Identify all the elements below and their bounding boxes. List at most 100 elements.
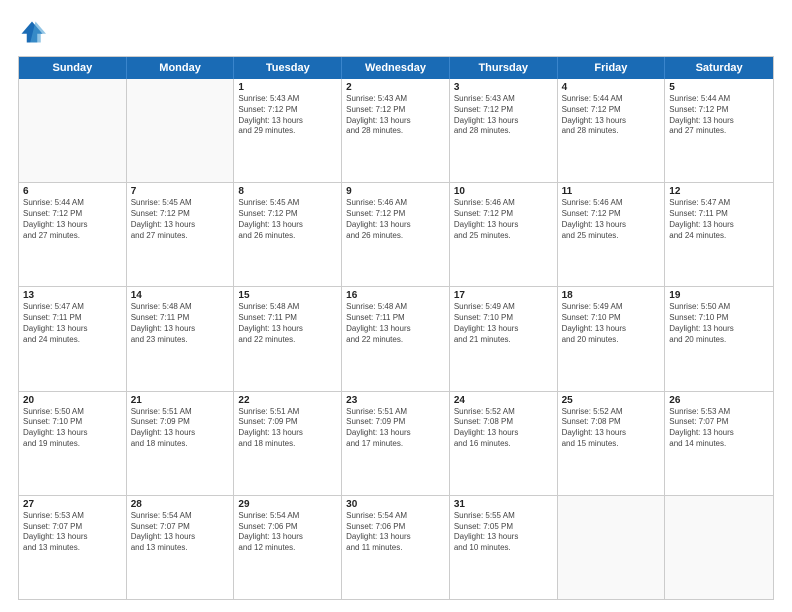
day-number: 16 — [346, 290, 445, 301]
calendar-row: 27Sunrise: 5:53 AM Sunset: 7:07 PM Dayli… — [19, 495, 773, 599]
calendar-cell: 21Sunrise: 5:51 AM Sunset: 7:09 PM Dayli… — [127, 392, 235, 495]
page: SundayMondayTuesdayWednesdayThursdayFrid… — [0, 0, 792, 612]
day-info: Sunrise: 5:48 AM Sunset: 7:11 PM Dayligh… — [238, 302, 337, 345]
day-number: 6 — [23, 186, 122, 197]
calendar-cell: 28Sunrise: 5:54 AM Sunset: 7:07 PM Dayli… — [127, 496, 235, 599]
day-info: Sunrise: 5:44 AM Sunset: 7:12 PM Dayligh… — [669, 94, 769, 137]
calendar-cell: 7Sunrise: 5:45 AM Sunset: 7:12 PM Daylig… — [127, 183, 235, 286]
weekday-header: Sunday — [19, 57, 127, 79]
day-info: Sunrise: 5:53 AM Sunset: 7:07 PM Dayligh… — [23, 511, 122, 554]
calendar-cell: 6Sunrise: 5:44 AM Sunset: 7:12 PM Daylig… — [19, 183, 127, 286]
day-info: Sunrise: 5:53 AM Sunset: 7:07 PM Dayligh… — [669, 407, 769, 450]
day-info: Sunrise: 5:49 AM Sunset: 7:10 PM Dayligh… — [562, 302, 661, 345]
calendar: SundayMondayTuesdayWednesdayThursdayFrid… — [18, 56, 774, 600]
calendar-row: 13Sunrise: 5:47 AM Sunset: 7:11 PM Dayli… — [19, 286, 773, 390]
weekday-header: Friday — [558, 57, 666, 79]
calendar-cell: 24Sunrise: 5:52 AM Sunset: 7:08 PM Dayli… — [450, 392, 558, 495]
day-info: Sunrise: 5:55 AM Sunset: 7:05 PM Dayligh… — [454, 511, 553, 554]
weekday-header: Wednesday — [342, 57, 450, 79]
day-number: 24 — [454, 395, 553, 406]
calendar-row: 1Sunrise: 5:43 AM Sunset: 7:12 PM Daylig… — [19, 79, 773, 182]
day-number: 21 — [131, 395, 230, 406]
day-number: 31 — [454, 499, 553, 510]
calendar-body: 1Sunrise: 5:43 AM Sunset: 7:12 PM Daylig… — [19, 79, 773, 599]
day-number: 1 — [238, 82, 337, 93]
calendar-cell: 29Sunrise: 5:54 AM Sunset: 7:06 PM Dayli… — [234, 496, 342, 599]
calendar-cell — [665, 496, 773, 599]
calendar-cell: 23Sunrise: 5:51 AM Sunset: 7:09 PM Dayli… — [342, 392, 450, 495]
day-number: 10 — [454, 186, 553, 197]
day-info: Sunrise: 5:48 AM Sunset: 7:11 PM Dayligh… — [346, 302, 445, 345]
day-info: Sunrise: 5:45 AM Sunset: 7:12 PM Dayligh… — [238, 198, 337, 241]
calendar-cell: 15Sunrise: 5:48 AM Sunset: 7:11 PM Dayli… — [234, 287, 342, 390]
day-number: 23 — [346, 395, 445, 406]
day-number: 30 — [346, 499, 445, 510]
day-info: Sunrise: 5:46 AM Sunset: 7:12 PM Dayligh… — [562, 198, 661, 241]
day-number: 15 — [238, 290, 337, 301]
weekday-header: Saturday — [665, 57, 773, 79]
day-number: 12 — [669, 186, 769, 197]
calendar-cell: 2Sunrise: 5:43 AM Sunset: 7:12 PM Daylig… — [342, 79, 450, 182]
weekday-header: Thursday — [450, 57, 558, 79]
day-number: 2 — [346, 82, 445, 93]
calendar-cell: 14Sunrise: 5:48 AM Sunset: 7:11 PM Dayli… — [127, 287, 235, 390]
calendar-cell: 13Sunrise: 5:47 AM Sunset: 7:11 PM Dayli… — [19, 287, 127, 390]
day-info: Sunrise: 5:44 AM Sunset: 7:12 PM Dayligh… — [562, 94, 661, 137]
calendar-cell: 5Sunrise: 5:44 AM Sunset: 7:12 PM Daylig… — [665, 79, 773, 182]
calendar-cell: 26Sunrise: 5:53 AM Sunset: 7:07 PM Dayli… — [665, 392, 773, 495]
day-number: 4 — [562, 82, 661, 93]
day-number: 17 — [454, 290, 553, 301]
calendar-cell: 8Sunrise: 5:45 AM Sunset: 7:12 PM Daylig… — [234, 183, 342, 286]
day-number: 22 — [238, 395, 337, 406]
calendar-cell: 20Sunrise: 5:50 AM Sunset: 7:10 PM Dayli… — [19, 392, 127, 495]
day-number: 9 — [346, 186, 445, 197]
day-number: 25 — [562, 395, 661, 406]
day-info: Sunrise: 5:52 AM Sunset: 7:08 PM Dayligh… — [454, 407, 553, 450]
calendar-cell — [19, 79, 127, 182]
day-number: 19 — [669, 290, 769, 301]
calendar-cell: 12Sunrise: 5:47 AM Sunset: 7:11 PM Dayli… — [665, 183, 773, 286]
calendar-cell: 25Sunrise: 5:52 AM Sunset: 7:08 PM Dayli… — [558, 392, 666, 495]
day-info: Sunrise: 5:50 AM Sunset: 7:10 PM Dayligh… — [23, 407, 122, 450]
day-number: 18 — [562, 290, 661, 301]
day-info: Sunrise: 5:43 AM Sunset: 7:12 PM Dayligh… — [346, 94, 445, 137]
day-number: 13 — [23, 290, 122, 301]
day-number: 5 — [669, 82, 769, 93]
day-number: 28 — [131, 499, 230, 510]
day-info: Sunrise: 5:46 AM Sunset: 7:12 PM Dayligh… — [346, 198, 445, 241]
day-info: Sunrise: 5:46 AM Sunset: 7:12 PM Dayligh… — [454, 198, 553, 241]
calendar-cell: 11Sunrise: 5:46 AM Sunset: 7:12 PM Dayli… — [558, 183, 666, 286]
calendar-cell: 16Sunrise: 5:48 AM Sunset: 7:11 PM Dayli… — [342, 287, 450, 390]
day-info: Sunrise: 5:47 AM Sunset: 7:11 PM Dayligh… — [23, 302, 122, 345]
day-number: 14 — [131, 290, 230, 301]
weekday-header: Monday — [127, 57, 235, 79]
day-number: 20 — [23, 395, 122, 406]
logo — [18, 18, 52, 46]
day-info: Sunrise: 5:43 AM Sunset: 7:12 PM Dayligh… — [454, 94, 553, 137]
header — [18, 18, 774, 46]
day-info: Sunrise: 5:52 AM Sunset: 7:08 PM Dayligh… — [562, 407, 661, 450]
day-info: Sunrise: 5:50 AM Sunset: 7:10 PM Dayligh… — [669, 302, 769, 345]
calendar-cell: 30Sunrise: 5:54 AM Sunset: 7:06 PM Dayli… — [342, 496, 450, 599]
calendar-cell: 9Sunrise: 5:46 AM Sunset: 7:12 PM Daylig… — [342, 183, 450, 286]
day-number: 7 — [131, 186, 230, 197]
day-info: Sunrise: 5:54 AM Sunset: 7:07 PM Dayligh… — [131, 511, 230, 554]
day-number: 29 — [238, 499, 337, 510]
day-info: Sunrise: 5:48 AM Sunset: 7:11 PM Dayligh… — [131, 302, 230, 345]
day-info: Sunrise: 5:51 AM Sunset: 7:09 PM Dayligh… — [346, 407, 445, 450]
calendar-header: SundayMondayTuesdayWednesdayThursdayFrid… — [19, 57, 773, 79]
day-number: 26 — [669, 395, 769, 406]
calendar-cell: 1Sunrise: 5:43 AM Sunset: 7:12 PM Daylig… — [234, 79, 342, 182]
day-info: Sunrise: 5:43 AM Sunset: 7:12 PM Dayligh… — [238, 94, 337, 137]
calendar-cell: 31Sunrise: 5:55 AM Sunset: 7:05 PM Dayli… — [450, 496, 558, 599]
calendar-cell: 22Sunrise: 5:51 AM Sunset: 7:09 PM Dayli… — [234, 392, 342, 495]
day-info: Sunrise: 5:49 AM Sunset: 7:10 PM Dayligh… — [454, 302, 553, 345]
logo-icon — [18, 18, 46, 46]
day-info: Sunrise: 5:44 AM Sunset: 7:12 PM Dayligh… — [23, 198, 122, 241]
day-info: Sunrise: 5:51 AM Sunset: 7:09 PM Dayligh… — [238, 407, 337, 450]
day-info: Sunrise: 5:47 AM Sunset: 7:11 PM Dayligh… — [669, 198, 769, 241]
calendar-cell — [558, 496, 666, 599]
day-info: Sunrise: 5:51 AM Sunset: 7:09 PM Dayligh… — [131, 407, 230, 450]
day-number: 8 — [238, 186, 337, 197]
calendar-cell: 17Sunrise: 5:49 AM Sunset: 7:10 PM Dayli… — [450, 287, 558, 390]
